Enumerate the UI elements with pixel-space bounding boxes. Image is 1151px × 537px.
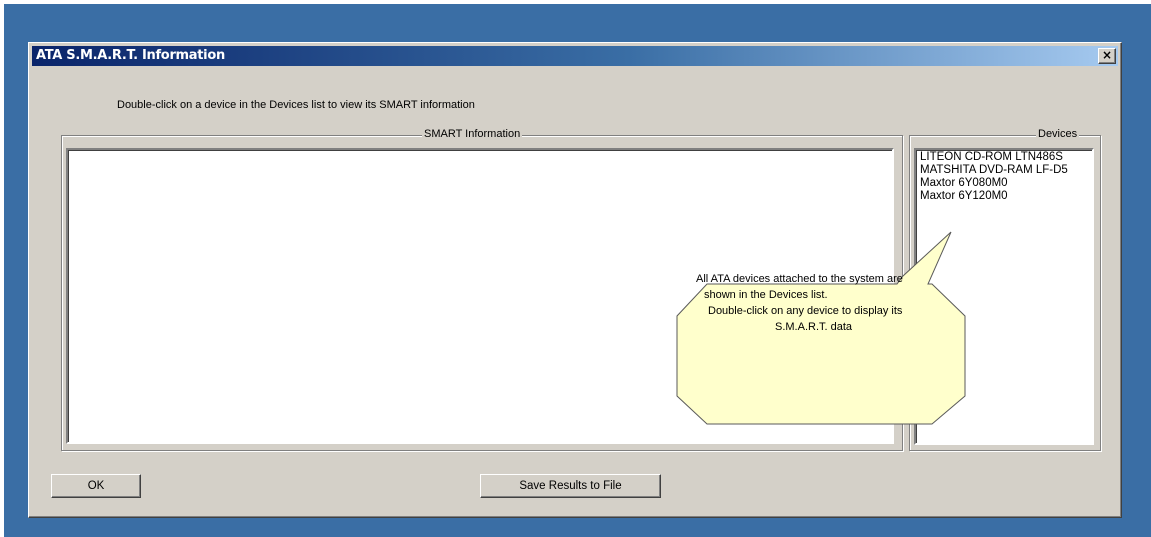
callout-line: S.M.A.R.T. data xyxy=(775,321,853,333)
callout-line: shown in the Devices list. xyxy=(704,289,828,301)
callout-balloon xyxy=(676,231,966,425)
callout-text: All ATA devices attached to the system a… xyxy=(668,271,936,335)
callout-line: All ATA devices attached to the system a… xyxy=(696,273,903,285)
callout-line: Double-click on any device to display it… xyxy=(708,305,903,317)
